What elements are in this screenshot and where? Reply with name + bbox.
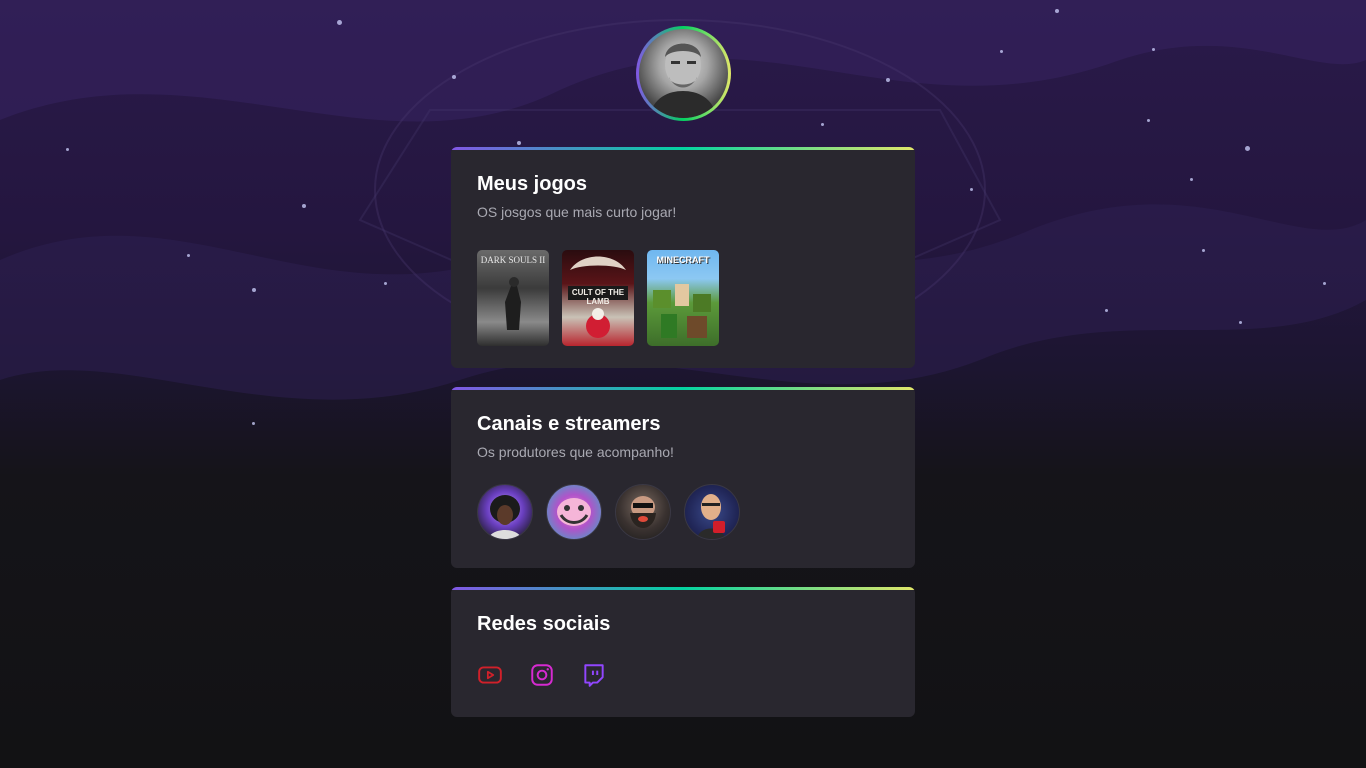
streamer-avatar-2[interactable] xyxy=(546,484,602,540)
games-card-subtitle: OS josgos que mais curto jogar! xyxy=(477,204,677,220)
user-photo-avatar xyxy=(639,29,728,118)
dark-souls-2-cover[interactable]: DARK SOULS II xyxy=(477,250,549,346)
minecraft-cover[interactable]: MINECRAFT xyxy=(647,250,719,346)
social-links xyxy=(477,662,889,688)
channels-card: Canais e streamers Os produtores que aco… xyxy=(451,387,915,568)
streamer-avatar-3[interactable] xyxy=(615,484,671,540)
channels-card-subtitle: Os produtores que acompanho! xyxy=(477,444,674,460)
instagram-icon[interactable] xyxy=(529,662,555,688)
social-card: Redes sociais xyxy=(451,587,915,717)
profile-avatar xyxy=(636,26,731,121)
streamer-avatar-1[interactable] xyxy=(477,484,533,540)
social-card-title: Redes sociais xyxy=(477,613,611,635)
game-title: CULT OF THE LAMB xyxy=(571,288,625,306)
games-card-title: Meus jogos xyxy=(477,173,588,195)
streamer-avatar-4[interactable] xyxy=(684,484,740,540)
games-card: Meus jogos OS josgos que mais curto joga… xyxy=(451,147,915,368)
channels-list xyxy=(477,484,889,540)
games-list: DARK SOULS II CULT OF THE LAMB MINECRAFT xyxy=(477,250,889,346)
channels-card-title: Canais e streamers xyxy=(477,413,661,435)
youtube-icon[interactable] xyxy=(477,662,503,688)
cult-of-the-lamb-cover[interactable]: CULT OF THE LAMB xyxy=(562,250,634,346)
twitch-icon[interactable] xyxy=(581,662,607,688)
